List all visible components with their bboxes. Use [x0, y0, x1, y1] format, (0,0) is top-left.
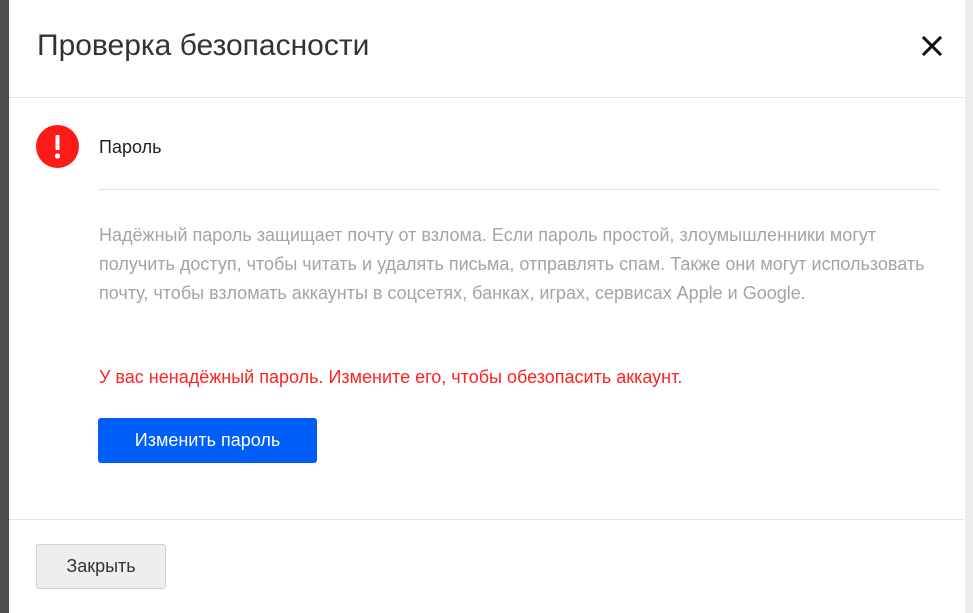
- password-section-header: Пароль: [9, 120, 964, 170]
- close-button[interactable]: [916, 30, 948, 62]
- section-divider: [98, 189, 939, 190]
- background-right-edge: [965, 0, 973, 613]
- weak-password-warning: У вас ненадёжный пароль. Измените его, ч…: [99, 367, 683, 387]
- exclamation-mark-icon: [54, 135, 61, 159]
- close-dialog-button[interactable]: Закрыть: [36, 544, 166, 589]
- close-icon: [922, 36, 942, 56]
- alert-icon: [36, 125, 79, 168]
- page: Проверка безопасности Пароль Надёжный па…: [0, 0, 973, 613]
- background-left-edge: [0, 0, 9, 613]
- section-label: Пароль: [99, 137, 162, 157]
- security-check-dialog: Проверка безопасности Пароль Надёжный па…: [9, 0, 964, 613]
- dialog-header: Проверка безопасности: [9, 0, 964, 98]
- dialog-title: Проверка безопасности: [37, 29, 370, 62]
- change-password-button[interactable]: Изменить пароль: [98, 418, 317, 463]
- dialog-footer: Закрыть: [9, 519, 964, 613]
- password-description: Надёжный пароль защищает почту от взлома…: [99, 225, 925, 303]
